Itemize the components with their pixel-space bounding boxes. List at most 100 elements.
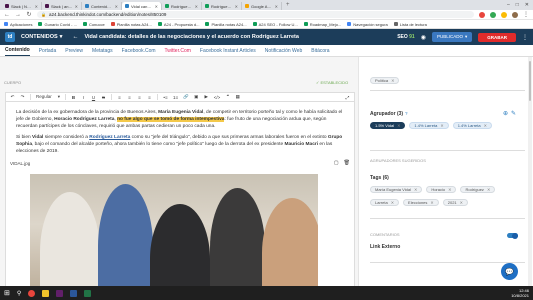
word-icon[interactable] (70, 289, 78, 297)
tag-chip[interactable]: María Eugenia Vidal ✕ (370, 186, 423, 193)
align-left-icon[interactable]: ≡ (117, 95, 122, 100)
close-icon[interactable]: ✕ (484, 123, 487, 128)
tag-chip[interactable]: Elecciones ✕ (403, 199, 439, 206)
embed-icon[interactable]: </> (214, 95, 221, 100)
align-right-icon[interactable]: ≡ (137, 95, 142, 100)
close-icon[interactable]: ✕ (155, 4, 158, 9)
extension-icon[interactable] (490, 11, 496, 18)
justify-icon[interactable]: ≡ (147, 95, 152, 100)
browser-tab[interactable]: Google Analytics✕ (242, 2, 282, 10)
italic-icon[interactable]: I (81, 95, 86, 100)
extension-icon[interactable] (479, 11, 485, 18)
close-icon[interactable]: ✕ (391, 200, 394, 205)
bookmark-item[interactable]: Roadmap_Mejo... (303, 22, 341, 27)
align-center-icon[interactable]: ≡ (127, 95, 132, 100)
subnav-tab[interactable]: Facebook Instant Articles (200, 45, 256, 56)
subnav-tab[interactable]: Preview (65, 45, 83, 56)
minimize-icon[interactable]: – (507, 2, 510, 8)
chat-button[interactable]: 💬 (501, 263, 518, 280)
image-icon[interactable]: ▣ (194, 94, 199, 100)
bookmark-item[interactable]: Lista de lectura (393, 22, 427, 27)
explorer-icon[interactable] (42, 289, 50, 297)
subnav-tab[interactable]: Bitácora (311, 45, 329, 56)
close-icon[interactable]: ✕ (397, 123, 400, 128)
extension-icon[interactable] (501, 11, 507, 18)
close-icon[interactable]: ✕ (440, 123, 443, 128)
close-icon[interactable]: ✕ (115, 4, 118, 9)
bookmark-item[interactable]: A24 - Propuesta d... (157, 22, 199, 27)
settings-icon[interactable]: ✎ (511, 110, 516, 117)
status-dropdown[interactable]: PUBLICADO ▾ (431, 32, 473, 42)
excel-icon[interactable] (84, 289, 92, 297)
forward-icon[interactable]: → (15, 12, 21, 18)
subnav-tab[interactable]: Notificación Web (265, 45, 302, 56)
bulleted-list-icon[interactable]: •≡ (163, 95, 168, 100)
redo-icon[interactable]: ↷ (20, 94, 25, 100)
tag-chip[interactable]: Larreta ✕ (370, 199, 400, 206)
table-icon[interactable]: ▦ (235, 94, 240, 100)
delete-icon[interactable]: 🗑 (344, 160, 350, 166)
save-button[interactable]: GRABAR (478, 32, 516, 42)
close-icon[interactable]: ✕ (448, 187, 451, 192)
section-chip[interactable]: Política ✕ (370, 77, 400, 84)
close-icon[interactable]: ✕ (414, 187, 417, 192)
bold-icon[interactable]: B (71, 95, 76, 100)
embedded-image-block[interactable]: VIDAL.jpg ▢ 🗑 (10, 158, 350, 300)
browser-tab[interactable]: Slack | Natalia Leszk | A24 -✕ (2, 2, 42, 10)
profile-avatar[interactable] (512, 11, 518, 18)
browser-tab[interactable]: Rodríguez Larreta sumó✕ (202, 2, 242, 10)
close-icon[interactable]: ✕ (35, 4, 38, 9)
new-tab-button[interactable]: + (282, 2, 294, 8)
subnav-tab[interactable]: Facebook.Com (122, 45, 156, 56)
close-icon[interactable]: ✕ (195, 4, 198, 9)
subnav-tab[interactable]: Twitter.Com (165, 45, 191, 56)
bookmark-item[interactable]: Conucce (82, 22, 105, 27)
browser-tab[interactable]: Vidal candidata: detalles✕ (122, 2, 162, 10)
close-icon[interactable]: ✕ (430, 200, 433, 205)
subnav-tab[interactable]: Metatags (92, 45, 113, 56)
tag-chip[interactable]: 2021 ✕ (442, 199, 469, 206)
bookmark-item[interactable]: Planilla notas A24... (205, 22, 247, 27)
undo-icon[interactable]: ↶ (10, 94, 15, 100)
start-icon[interactable]: ⊞ (4, 289, 10, 297)
bookmark-item[interactable]: Navegación segura (347, 22, 388, 27)
external-link-input[interactable] (370, 262, 525, 263)
tag-chip[interactable]: Horacio ✕ (426, 186, 457, 193)
add-icon[interactable]: ⊕ (503, 110, 508, 117)
page-scrollbar[interactable] (528, 57, 532, 300)
format-select[interactable]: Regular ▾ (36, 94, 60, 100)
close-icon[interactable]: ✕ (235, 4, 238, 9)
link-icon[interactable]: 🔗 (183, 94, 189, 100)
tag-chip[interactable]: Rodríguez ✕ (460, 186, 496, 193)
help-icon[interactable]: ? (405, 111, 408, 116)
inline-link[interactable]: Rodríguez Larreta (89, 135, 130, 140)
close-icon[interactable]: ✕ (487, 187, 490, 192)
more-options-icon[interactable]: ⋮ (522, 34, 528, 41)
chrome-icon[interactable] (28, 289, 36, 297)
bookmark-item[interactable]: Gunario Covid - ... (38, 22, 77, 27)
fullscreen-icon[interactable]: ⤢ (345, 95, 350, 100)
contents-menu[interactable]: CONTENIDOS ▾ (21, 34, 62, 40)
preview-eye-icon[interactable]: ◉ (421, 34, 426, 41)
browser-menu-icon[interactable]: ⋮ (523, 11, 529, 18)
subnav-tab[interactable]: Portada (39, 45, 57, 56)
comments-toggle[interactable] (507, 232, 518, 239)
underline-icon[interactable]: U (91, 95, 96, 100)
cms-logo[interactable]: td (5, 32, 15, 42)
close-icon[interactable]: ✕ (460, 200, 463, 205)
reload-icon[interactable]: ↻ (26, 11, 32, 18)
quote-icon[interactable]: ❝ (225, 94, 230, 100)
video-icon[interactable]: ▶ (204, 94, 209, 100)
browser-tab[interactable]: Rodríguez Larreta apunt✕ (162, 2, 202, 10)
browser-tab[interactable]: Contenidos :: Thinkindot✕ (82, 2, 122, 10)
maximize-icon[interactable]: □ (516, 2, 519, 8)
browser-tab[interactable]: Slack | anuncios-generales✕ (42, 2, 82, 10)
close-window-icon[interactable]: ✕ (525, 2, 529, 8)
grouper-chip[interactable]: 1.4% Larreta ✕ (452, 122, 492, 129)
bookmark-item[interactable]: A24 SEO - Follow U... (252, 22, 298, 27)
slack-icon[interactable] (56, 289, 64, 297)
search-icon[interactable]: ⚲ (17, 290, 21, 297)
back-arrow-icon[interactable]: ← (72, 34, 78, 40)
subnav-tab[interactable]: Contenido (5, 45, 30, 56)
url-field[interactable]: 🔒 a24.backend.thinkindot.com/backend/edi… (37, 11, 474, 18)
